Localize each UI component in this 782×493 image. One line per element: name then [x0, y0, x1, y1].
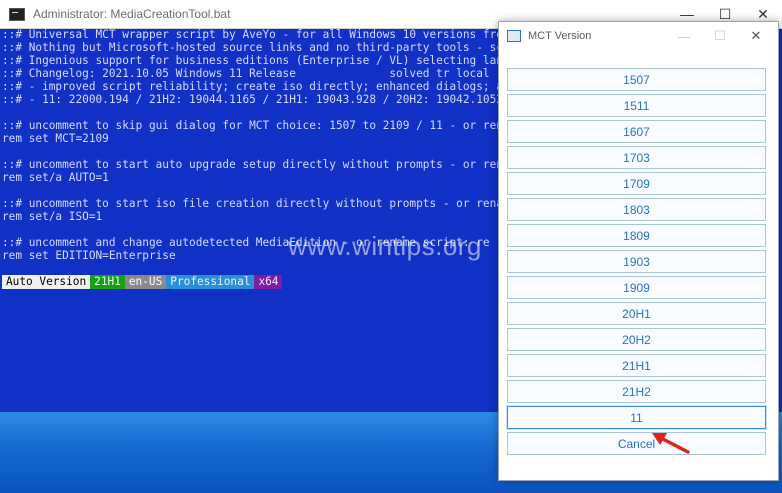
pointer-arrow-icon — [652, 433, 690, 454]
